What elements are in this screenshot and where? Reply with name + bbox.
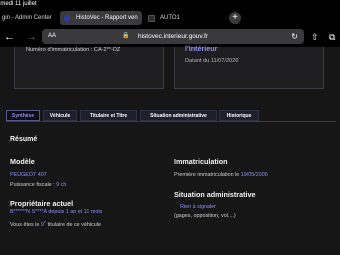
- tabs-divider: [6, 121, 336, 122]
- tab-historique[interactable]: Historique: [219, 110, 259, 121]
- new-tab-button[interactable]: +: [229, 12, 241, 24]
- premiere-date: 19/05/2006: [240, 172, 268, 178]
- immatriculation-heading: Immatriculation: [174, 157, 228, 166]
- tab-situation-administrative[interactable]: Situation administrative: [140, 110, 217, 121]
- ministere-title: l'Intérieur: [185, 44, 218, 53]
- forward-arrow-icon[interactable]: →: [26, 30, 37, 44]
- url-text: histovec.interieur.gouv.fr: [138, 33, 208, 40]
- report-date: Datant du 11/07/2026: [185, 58, 239, 64]
- modele-name: PEUGEOT 407: [10, 172, 47, 178]
- histovec-favicon: [64, 15, 70, 21]
- modele-heading: Modèle: [10, 157, 35, 166]
- premiere-label: Première immatriculation le: [174, 172, 241, 178]
- report-source-card: l'Intérieur Datant du 11/07/2026: [174, 44, 324, 89]
- proprietaire-name: B******N S****A depuis: [10, 209, 66, 215]
- browser-tab-histovec[interactable]: HistoVec - Rapport ven: [60, 11, 142, 25]
- auto1-favicon: [148, 15, 155, 22]
- proprietaire-duration: 1 an et 11 mois: [65, 209, 103, 215]
- situation-detail: (gages, opposition, vol,...): [174, 213, 236, 219]
- tab-titulaire[interactable]: Titulaire et Titre: [80, 110, 137, 121]
- titulaire-suffix: titulaire de ce véhicule: [46, 221, 101, 228]
- immatriculation-number: Numéro d'immatriculation : CA-2**-DZ: [26, 47, 121, 53]
- reader-mode-icon[interactable]: AA: [48, 29, 56, 44]
- premiere-immatriculation: Première immatriculation le 19/05/2006: [174, 172, 268, 178]
- tab-label: HistoVec - Rapport ven: [76, 15, 138, 21]
- browser-tab-admin-center[interactable]: gin - Admin Center: [0, 11, 56, 25]
- tab-label: gin - Admin Center: [2, 15, 52, 21]
- situation-status: Rien à signaler: [180, 204, 216, 210]
- back-arrow-icon[interactable]: ←: [4, 30, 15, 44]
- page-content: Numéro d'immatriculation : CA-2**-DZ l'I…: [0, 44, 340, 255]
- tab-label: AUTO1: [160, 15, 180, 21]
- status-date: amedi 11 juillet: [0, 1, 37, 7]
- tab-synthese[interactable]: Synthèse: [6, 110, 40, 121]
- lock-icon: 🔒: [122, 33, 130, 39]
- titulaire-line: Vous êtes le 9e titulaire de ce véhicule: [10, 219, 101, 228]
- puissance-label: Puissance fiscale :: [10, 182, 57, 188]
- share-icon[interactable]: ⇧: [311, 30, 319, 44]
- proprietaire-heading: Propriétaire actuel: [10, 199, 74, 208]
- reload-icon[interactable]: ↻: [291, 29, 298, 44]
- report-tabs: Synthèse Véhicule Titulaire et Titre Sit…: [6, 110, 336, 121]
- titulaire-prefix: Vous êtes le: [10, 221, 41, 228]
- puissance-fiscale: Puissance fiscale : 9 ch: [10, 182, 66, 188]
- status-bar: amedi 11 juillet: [0, 0, 340, 9]
- browser-tab-auto1[interactable]: AUTO1: [144, 11, 226, 25]
- resume-heading: Résumé: [10, 136, 38, 143]
- browser-tab-bar: gin - Admin Center HistoVec - Rapport ve…: [0, 9, 340, 27]
- proprietaire-line: B******N S****A depuis 1 an et 11 mois: [10, 209, 102, 215]
- puissance-value: 9 ch: [56, 182, 67, 188]
- tab-vehicule[interactable]: Véhicule: [43, 110, 77, 121]
- situation-heading: Situation administrative: [174, 190, 256, 199]
- address-bar[interactable]: AA 🔒 histovec.interieur.gouv.fr ↻: [42, 29, 304, 44]
- tabs-overview-icon[interactable]: ⧉: [329, 30, 335, 44]
- vehicle-id-card: Numéro d'immatriculation : CA-2**-DZ: [14, 47, 164, 89]
- address-bar-row: ← → AA 🔒 histovec.interieur.gouv.fr ↻ ⇧ …: [0, 27, 340, 47]
